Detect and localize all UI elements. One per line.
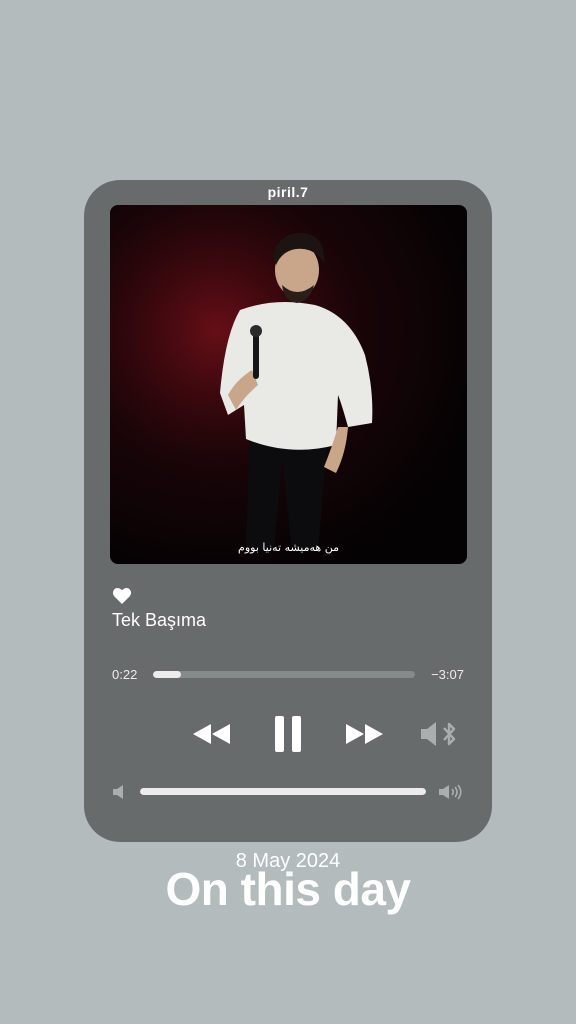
speaker-low-icon [113,785,123,799]
album-artwork: من هەمیشە تەنیا بووم [110,205,467,564]
username-label: piril.7 [267,184,309,200]
speaker-high-icon [439,784,462,800]
pause-button[interactable] [268,713,308,755]
time-elapsed: 0:22 [112,667,138,682]
heart-icon[interactable] [112,586,132,606]
speaker-bluetooth-icon [421,722,456,746]
lyric-subtitle: من هەمیشە تەنیا بووم [238,541,339,554]
on-this-day-headline: On this day [165,863,411,915]
music-player-card: piril.7 من هەمیشە تەنیا بووم Tek Başıma … [84,180,492,842]
fast-forward-button[interactable] [340,716,388,752]
rewind-button[interactable] [188,716,236,752]
audio-output-button[interactable] [416,716,464,752]
fast-forward-icon [346,724,383,744]
progress-bar[interactable] [153,671,415,678]
rewind-icon [193,724,230,744]
volume-fill [140,788,426,795]
volume-slider[interactable] [140,788,426,795]
progress-fill [153,671,181,678]
performer-image [110,205,467,564]
time-remaining: −3:07 [431,667,464,682]
song-title: Tek Başıma [112,610,207,630]
pause-icon [275,716,301,752]
